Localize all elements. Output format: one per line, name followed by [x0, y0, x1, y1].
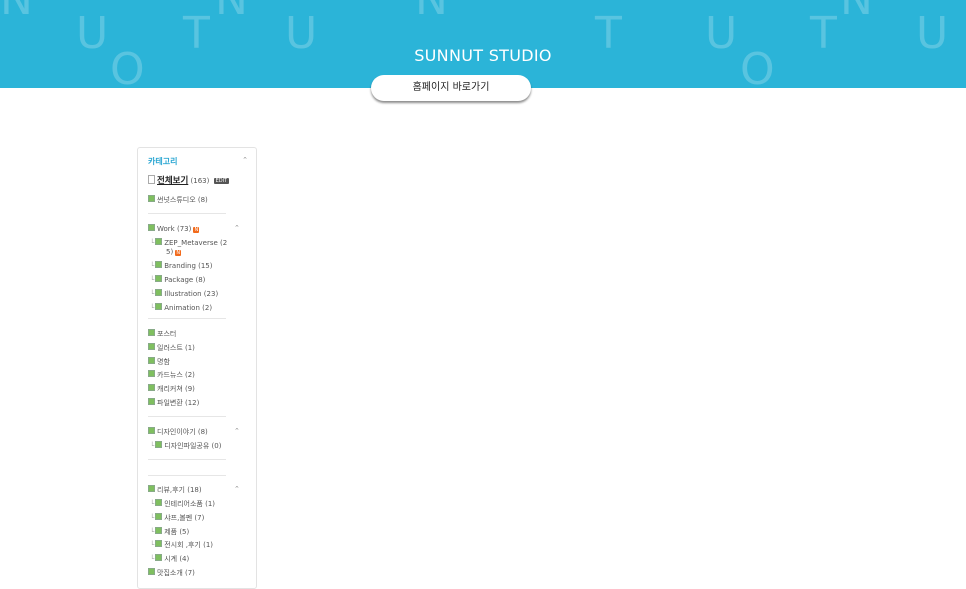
divider — [148, 459, 226, 460]
folder-icon — [155, 289, 163, 296]
category-item[interactable]: 리뷰,후기 (18) — [148, 485, 202, 495]
branch-icon: └ — [150, 500, 155, 508]
divider — [148, 475, 226, 476]
category-item[interactable]: 카드뉴스 (2) — [148, 370, 195, 380]
subcategory-item[interactable]: └ 디자인파일공유 (0) — [150, 441, 221, 451]
category-all[interactable]: 전체보기 (163) EDIT — [148, 175, 230, 186]
subcategory-item[interactable]: └ Branding (15) — [150, 261, 213, 271]
branch-icon: └ — [150, 290, 155, 298]
subcategory-item-cont: 5) N — [166, 248, 182, 256]
folder-icon — [148, 398, 155, 405]
collapse-icon[interactable]: ⌃ — [234, 485, 240, 493]
edit-badge[interactable]: EDIT — [213, 178, 230, 184]
category-sidebar: 카테고리 ⌃ 전체보기 (163) EDIT 썬넛스튜디오 (8) Work (… — [137, 147, 257, 589]
folder-icon — [155, 441, 163, 448]
bg-letter: N — [840, 0, 873, 22]
branch-icon: └ — [150, 528, 155, 536]
subcategory-item[interactable]: └ 제품 (5) — [150, 527, 189, 537]
folder-icon — [148, 370, 155, 377]
category-item[interactable]: 명함 — [148, 357, 170, 367]
folder-icon — [155, 303, 163, 310]
folder-icon — [155, 540, 163, 547]
category-item[interactable]: 썬넛스튜디오 (8) — [148, 195, 208, 205]
category-item[interactable]: 일러스트 (1) — [148, 343, 195, 353]
all-count: (163) — [190, 177, 210, 185]
subcategory-item[interactable]: └ ZEP_Metaverse (2 — [150, 238, 227, 248]
folder-icon — [148, 568, 155, 575]
bg-letter: N — [415, 0, 448, 22]
folder-icon — [148, 195, 155, 202]
branch-icon: └ — [150, 555, 155, 563]
branch-icon: └ — [150, 276, 155, 284]
category-item[interactable]: 캐리커쳐 (9) — [148, 384, 195, 394]
collapse-icon[interactable]: ⌃ — [234, 427, 240, 435]
category-item[interactable]: 맛집소개 (7) — [148, 568, 195, 578]
folder-icon — [155, 238, 163, 245]
folder-icon — [155, 527, 163, 534]
folder-icon — [148, 357, 155, 364]
collapse-icon[interactable]: ⌃ — [242, 156, 248, 164]
subcategory-item[interactable]: └ 인테리어소품 (1) — [150, 499, 215, 509]
folder-icon — [155, 499, 163, 506]
category-title: 카테고리 — [148, 157, 178, 166]
subcategory-item[interactable]: └ 전시회 ,후기 (1) — [150, 540, 213, 550]
divider — [148, 213, 226, 214]
branch-icon: └ — [150, 514, 155, 522]
folder-icon — [148, 329, 155, 336]
branch-icon: └ — [150, 262, 155, 270]
folder-icon — [155, 261, 163, 268]
branch-icon: └ — [150, 239, 155, 247]
subcategory-item[interactable]: └ 시계 (4) — [150, 554, 189, 564]
category-item[interactable]: 디자인이야기 (8) — [148, 427, 208, 437]
branch-icon: └ — [150, 304, 155, 312]
divider — [148, 318, 226, 319]
collapse-icon[interactable]: ⌃ — [234, 224, 240, 232]
folder-icon — [148, 384, 155, 391]
new-icon: N — [193, 227, 200, 233]
new-icon: N — [175, 250, 182, 256]
homepage-button[interactable]: 홈페이지 바로가기 — [371, 75, 531, 101]
folder-icon — [155, 275, 163, 282]
bg-letter: N — [215, 0, 248, 22]
category-item[interactable]: 포스터 — [148, 329, 176, 339]
folder-icon — [148, 485, 155, 492]
folder-icon — [155, 554, 163, 561]
divider — [148, 416, 226, 417]
subcategory-item[interactable]: └ Illustration (23) — [150, 289, 218, 299]
subcategory-item[interactable]: └ Animation (2) — [150, 303, 212, 313]
all-posts-link[interactable]: 전체보기 — [157, 176, 188, 186]
folder-icon — [148, 343, 155, 350]
branch-icon: └ — [150, 442, 155, 450]
bg-letter: N — [0, 0, 33, 22]
category-item[interactable]: Work (73) N — [148, 224, 200, 234]
branch-icon: └ — [150, 541, 155, 549]
folder-icon — [148, 224, 155, 231]
site-title[interactable]: SUNNUT STUDIO — [0, 46, 966, 65]
folder-icon — [148, 427, 155, 434]
category-item[interactable]: 파일변환 (12) — [148, 398, 199, 408]
folder-icon — [155, 513, 163, 520]
subcategory-item[interactable]: └ 샤프,볼펜 (7) — [150, 513, 204, 523]
subcategory-item[interactable]: └ Package (8) — [150, 275, 205, 285]
document-icon — [148, 175, 155, 184]
